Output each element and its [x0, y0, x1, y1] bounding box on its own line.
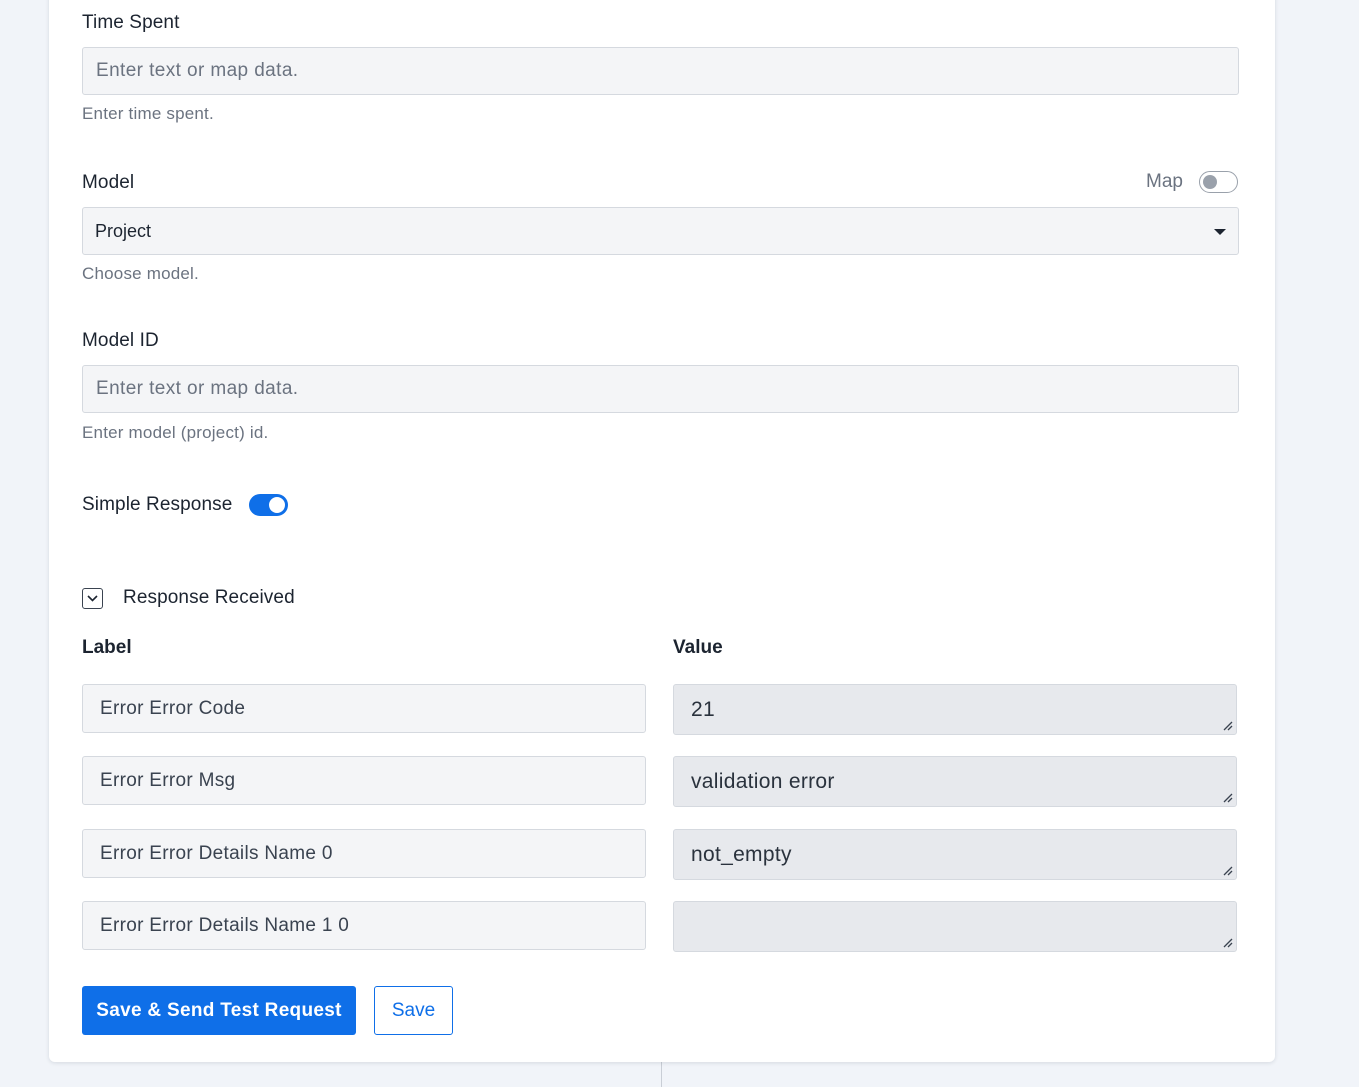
response-label-text: Error Error Code: [100, 697, 246, 719]
response-value-text: not_empty: [691, 842, 792, 866]
simple-response-toggle[interactable]: [249, 494, 289, 516]
response-value-field[interactable]: not_empty: [673, 829, 1237, 880]
response-label-text: Error Error Msg: [100, 769, 236, 791]
resize-grip-icon[interactable]: [1222, 720, 1233, 731]
model-help: Choose model.: [82, 264, 199, 283]
resize-grip-icon[interactable]: [1222, 865, 1233, 876]
model-id-label: Model ID: [82, 330, 159, 351]
simple-response-label: Simple Response: [82, 494, 233, 515]
collapse-toggle[interactable]: [82, 587, 103, 609]
save-and-send-test-request-button[interactable]: Save & Send Test Request: [82, 986, 356, 1035]
map-toggle[interactable]: [1199, 171, 1238, 193]
resize-grip-icon[interactable]: [1222, 792, 1233, 803]
response-value-text: 21: [691, 697, 715, 721]
response-label-field[interactable]: Error Error Details Name 1 0: [82, 901, 646, 950]
model-id-help: Enter model (project) id.: [82, 423, 269, 442]
time-spent-input[interactable]: [82, 47, 1239, 95]
caret-down-icon: [1214, 229, 1226, 235]
time-spent-field: Time Spent Enter time spent.: [82, 12, 1239, 124]
response-label-text: Error Error Details Name 1 0: [100, 914, 350, 936]
map-toggle-group: Map: [1146, 171, 1238, 193]
model-selected-value: Project: [95, 220, 152, 241]
map-toggle-knob: [1203, 175, 1217, 189]
response-label-field[interactable]: Error Error Details Name 0: [82, 829, 646, 878]
response-value-field[interactable]: 21: [673, 684, 1237, 735]
time-spent-help: Enter time spent.: [82, 104, 214, 123]
value-column-header: Value: [673, 637, 723, 658]
simple-response-row: Simple Response: [82, 494, 1239, 516]
response-received-title: Response Received: [123, 587, 295, 608]
model-id-field: Model ID Enter model (project) id.: [82, 330, 1239, 443]
chevron-down-icon: [87, 594, 98, 602]
response-value-field[interactable]: [673, 901, 1237, 952]
response-label-field[interactable]: Error Error Msg: [82, 756, 646, 805]
response-received-header: Response Received: [82, 587, 1239, 609]
model-id-input[interactable]: [82, 365, 1239, 413]
response-label-text: Error Error Details Name 0: [100, 842, 333, 864]
map-label: Map: [1146, 171, 1183, 192]
form-card: Time Spent Enter time spent. Model Map P…: [49, 0, 1275, 1062]
save-button[interactable]: Save: [374, 986, 453, 1035]
simple-response-toggle-knob: [269, 497, 286, 513]
time-spent-label: Time Spent: [82, 12, 180, 33]
response-value-field[interactable]: validation error: [673, 756, 1237, 807]
model-field: Model Map Project Choose model.: [82, 171, 1239, 284]
label-column-header: Label: [82, 637, 132, 658]
response-label-field[interactable]: Error Error Code: [82, 684, 646, 733]
resize-grip-icon[interactable]: [1222, 937, 1233, 948]
response-value-text: validation error: [691, 769, 835, 793]
model-select[interactable]: Project: [82, 207, 1239, 255]
background-divider: [661, 1062, 662, 1087]
model-label: Model: [82, 172, 135, 193]
